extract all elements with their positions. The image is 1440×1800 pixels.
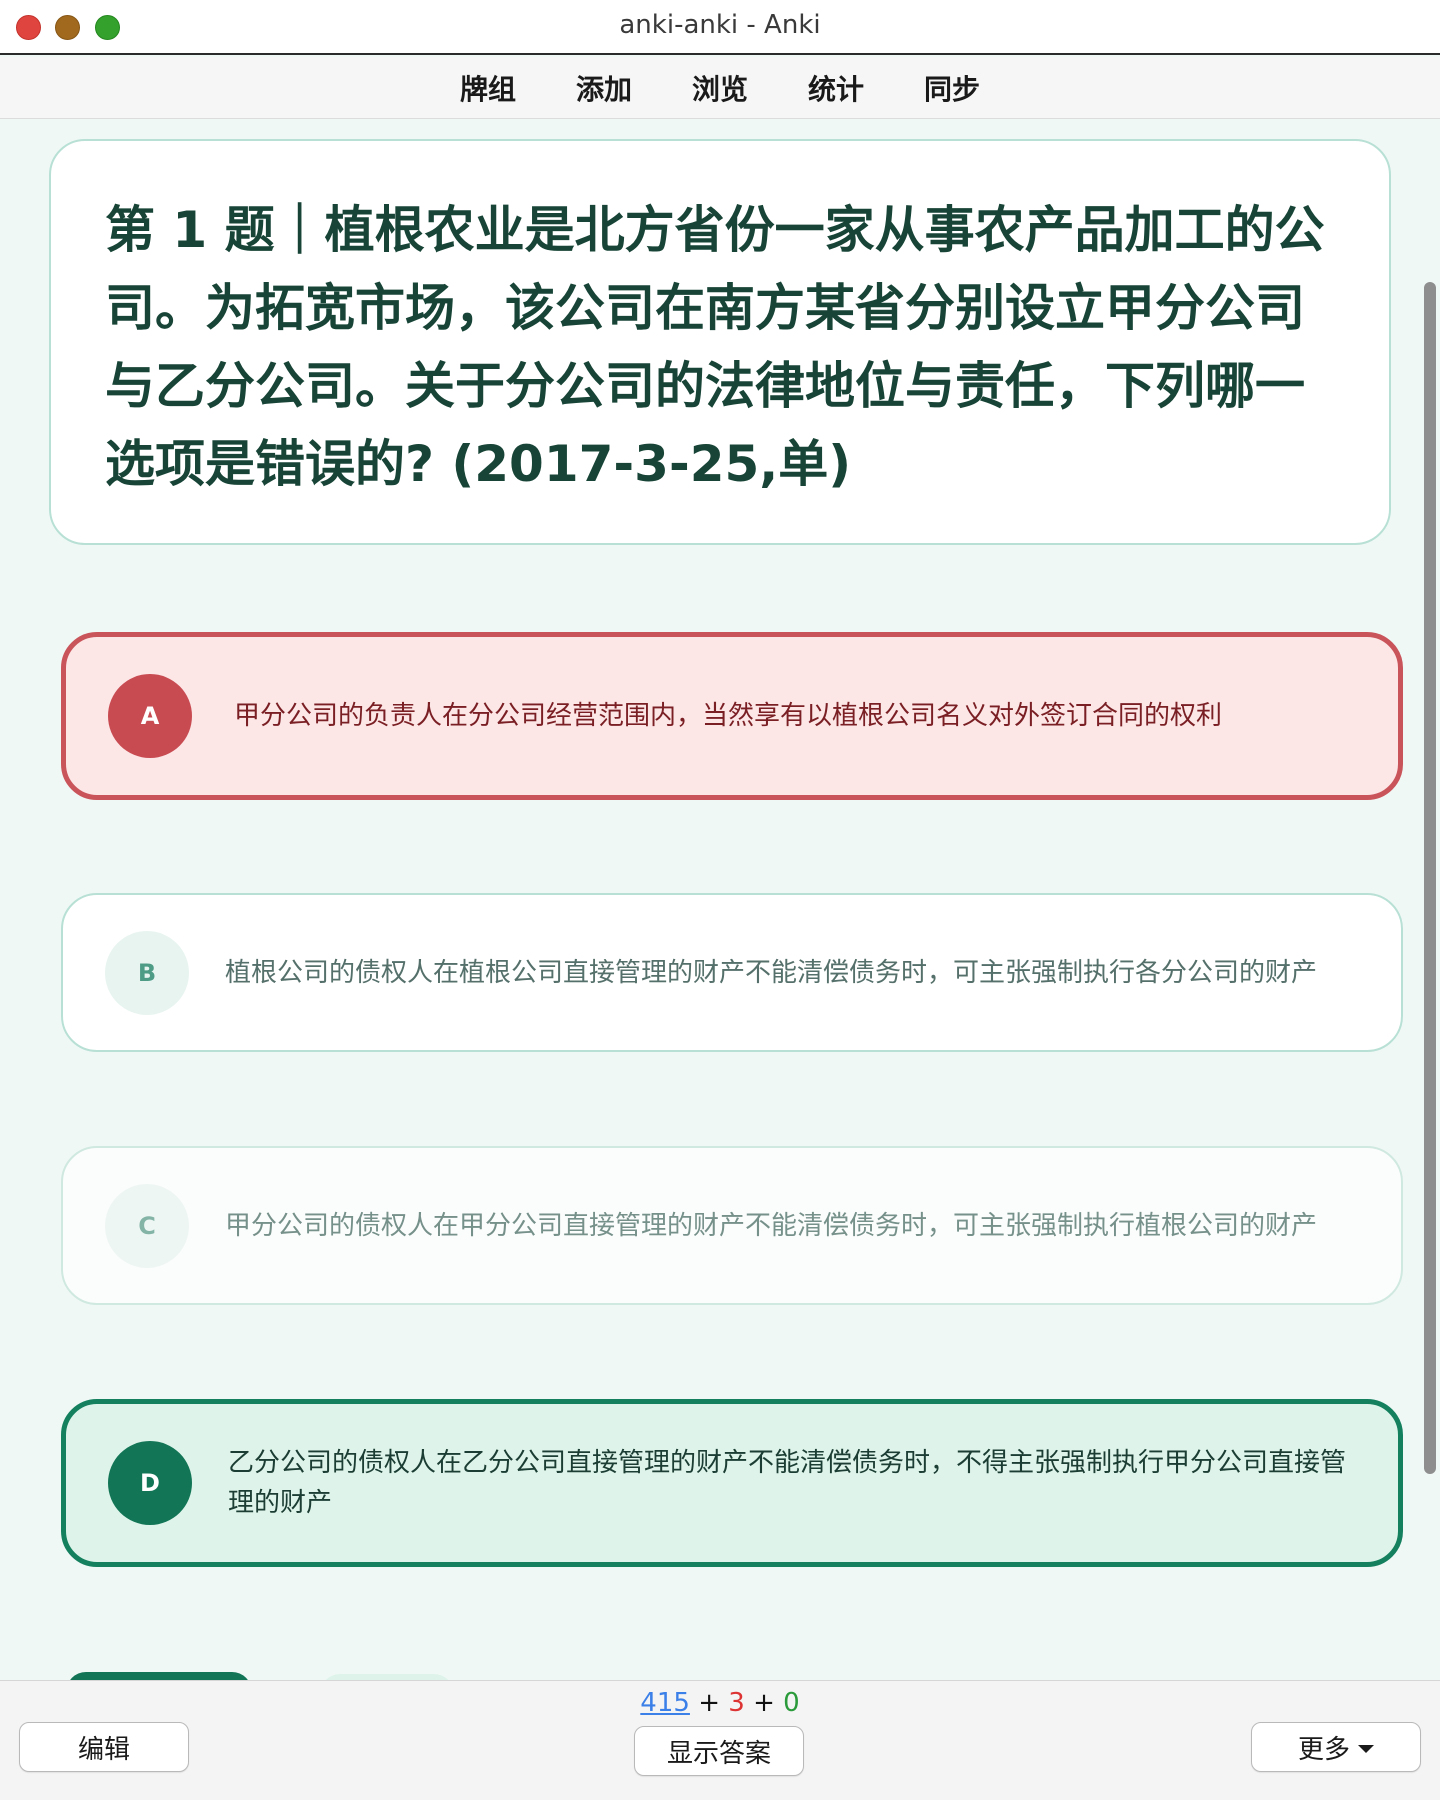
count-separator: + xyxy=(753,1688,775,1718)
option-text: 甲分公司的负责人在分公司经营范围内，当然享有以植根公司名义对外签订合同的权利 xyxy=(234,701,1223,731)
option-letter-badge: A xyxy=(108,674,192,758)
toolbar-stats[interactable]: 统计 xyxy=(778,68,894,108)
count-separator: + xyxy=(698,1688,720,1718)
window-title: anki-anki - Anki xyxy=(619,10,821,40)
learn-count: 3 xyxy=(728,1688,745,1718)
option-text: 植根公司的债权人在植根公司直接管理的财产不能清偿债务时，可主张强制执行各分公司的… xyxy=(225,957,1318,988)
option-text: 乙分公司的债权人在乙分公司直接管理的财产不能清偿债务时，不得主张强制执行甲分公司… xyxy=(228,1448,1347,1518)
option-text: 甲分公司的债权人在甲分公司直接管理的财产不能清偿债务时，可主张强制执行植根公司的… xyxy=(225,1210,1318,1241)
vertical-scrollbar[interactable] xyxy=(1424,282,1436,1474)
new-count[interactable]: 415 xyxy=(640,1688,690,1718)
anki-window: anki-anki - Anki 牌组 添加 浏览 统计 同步 第 1 题｜植根… xyxy=(0,0,1440,1800)
toolbar-sync[interactable]: 同步 xyxy=(894,68,1010,108)
option-d[interactable]: D 乙分公司的债权人在乙分公司直接管理的财产不能清偿债务时，不得主张强制执行甲分… xyxy=(61,1399,1403,1567)
more-button[interactable]: 更多 xyxy=(1251,1722,1421,1772)
option-b[interactable]: B 植根公司的债权人在植根公司直接管理的财产不能清偿债务时，可主张强制执行各分公… xyxy=(61,893,1403,1052)
title-bar: anki-anki - Anki xyxy=(0,0,1440,55)
toolbar-browse[interactable]: 浏览 xyxy=(662,68,778,108)
question-text: 第 1 题｜植根农业是北方省份一家从事农产品加工的公司。为拓宽市场，该公司在南方… xyxy=(105,201,1325,493)
show-answer-button[interactable]: 显示答案 xyxy=(634,1726,804,1776)
option-letter-badge: B xyxy=(105,930,189,1015)
review-count: 0 xyxy=(783,1688,800,1718)
edit-button[interactable]: 编辑 xyxy=(19,1722,189,1772)
review-bottom-bar: 415 + 3 + 0 编辑 显示答案 更多 xyxy=(0,1680,1440,1800)
option-a[interactable]: A 甲分公司的负责人在分公司经营范围内，当然享有以植根公司名义对外签订合同的权利 xyxy=(61,632,1403,800)
toolbar-add[interactable]: 添加 xyxy=(546,68,662,108)
card-counts: 415 + 3 + 0 xyxy=(0,1688,1440,1718)
toolbar-decks[interactable]: 牌组 xyxy=(430,68,546,108)
question-card: 第 1 题｜植根农业是北方省份一家从事农产品加工的公司。为拓宽市场，该公司在南方… xyxy=(49,139,1391,545)
more-button-label: 更多 xyxy=(1297,1734,1350,1765)
caret-down-icon xyxy=(1358,1745,1374,1753)
option-letter-badge: C xyxy=(105,1183,189,1268)
option-letter-badge: D xyxy=(108,1441,192,1525)
main-toolbar: 牌组 添加 浏览 统计 同步 xyxy=(0,57,1440,119)
option-c[interactable]: C 甲分公司的债权人在甲分公司直接管理的财产不能清偿债务时，可主张强制执行植根公… xyxy=(61,1146,1403,1305)
